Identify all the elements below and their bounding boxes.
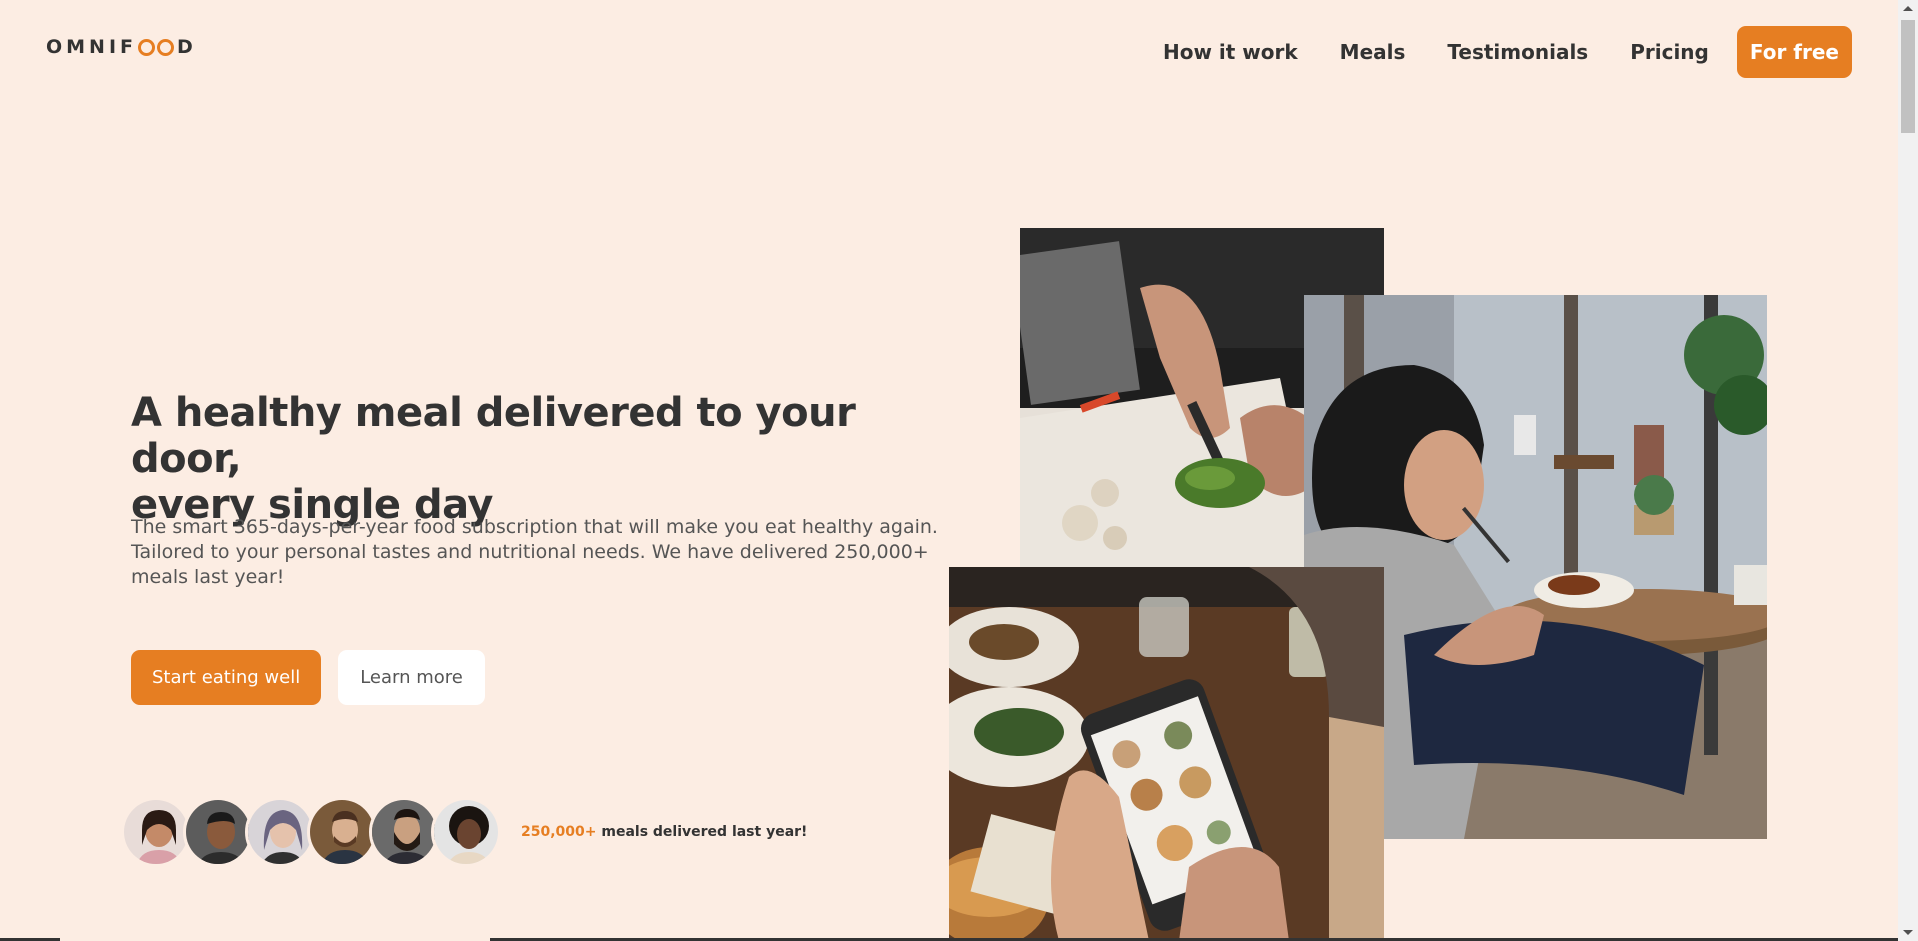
start-eating-button[interactable]: Start eating well (131, 650, 322, 705)
hero-buttons: Start eating well Learn more (131, 650, 485, 705)
infinity-icon (137, 38, 175, 56)
phone-food-photo (949, 567, 1384, 941)
vertical-scrollbar[interactable] (1898, 0, 1918, 941)
delivered-count: 250,000+ (521, 824, 597, 840)
omnifood-logo[interactable]: OMNIF D (46, 36, 197, 58)
delivered-meals: 250,000+ meals delivered last year! (121, 797, 807, 867)
nav-cta-button[interactable]: For free (1736, 26, 1852, 78)
hero-title-line1: A healthy meal delivered to your door, (131, 390, 856, 482)
avatar (431, 797, 501, 867)
learn-more-button[interactable]: Learn more (338, 650, 485, 705)
site-header: OMNIF D How it work Meals Testimonials Pr… (0, 0, 1898, 100)
avatar (307, 797, 377, 867)
nav-pricing[interactable]: Pricing (1630, 40, 1709, 64)
nav-meals[interactable]: Meals (1340, 40, 1406, 64)
scroll-down-icon[interactable] (1903, 930, 1913, 935)
avatar (369, 797, 439, 867)
logo-text-end: D (177, 36, 197, 58)
scroll-up-icon[interactable] (1903, 6, 1913, 11)
avatar (183, 797, 253, 867)
avatar (245, 797, 315, 867)
nav-how-it-works[interactable]: How it work (1163, 40, 1298, 64)
delivered-text: 250,000+ meals delivered last year! (521, 824, 807, 840)
avatar (121, 797, 191, 867)
main-nav: How it work Meals Testimonials Pricing F… (1163, 26, 1852, 78)
logo-text: OMNIF (46, 36, 138, 58)
delivered-label: meals delivered last year! (596, 824, 808, 840)
customer-avatars (121, 797, 501, 867)
hero-title: A healthy meal delivered to your door, e… (131, 390, 951, 528)
hero-description: The smart 365-days-per-year food subscri… (131, 516, 938, 588)
nav-testimonials[interactable]: Testimonials (1447, 40, 1588, 64)
scroll-thumb[interactable] (1901, 20, 1915, 133)
